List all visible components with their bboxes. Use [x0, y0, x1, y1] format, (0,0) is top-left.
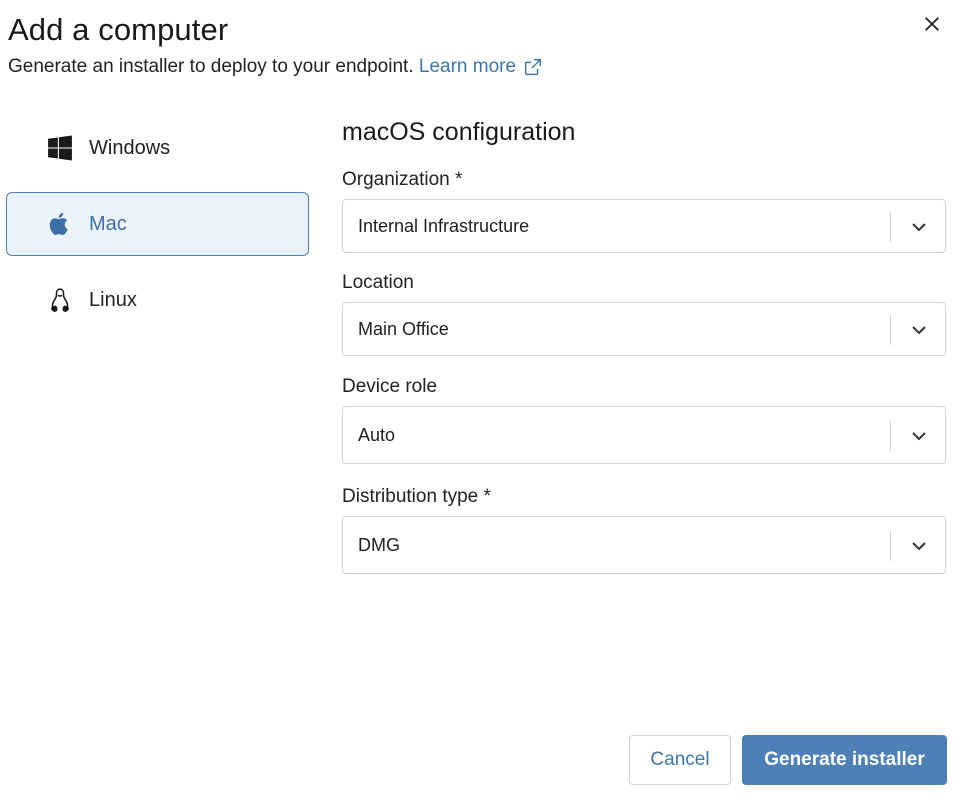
select-divider [890, 421, 891, 451]
learn-more-label: Learn more [418, 56, 517, 77]
field-label: Device role [342, 376, 438, 397]
distribution-type-select[interactable]: DMG [342, 516, 946, 574]
device-role-select[interactable]: Auto [342, 406, 946, 464]
select-value: DMG [358, 534, 400, 555]
macos-configuration-form: macOS configuration Organization * Inter… [342, 118, 946, 593]
location-select[interactable]: Main Office [342, 302, 946, 356]
chevron-down-icon [912, 542, 926, 551]
os-option-label: Windows [89, 136, 171, 159]
os-selector: Windows Mac Linux [6, 116, 309, 344]
select-divider [890, 315, 891, 345]
field-label: Organization * [342, 169, 463, 190]
location-field: Location Main Office [342, 272, 946, 356]
organization-field: Organization * Internal Infrastructure [342, 169, 946, 253]
generate-installer-button[interactable]: Generate installer [742, 735, 947, 785]
distribution-type-field: Distribution type * DMG [342, 486, 946, 574]
dialog-subtitle: Generate an installer to deploy to your … [8, 56, 544, 78]
field-label: Distribution type * [342, 486, 491, 507]
select-divider [890, 212, 891, 242]
windows-icon [47, 135, 73, 161]
select-value: Internal Infrastructure [358, 215, 530, 236]
cancel-button[interactable]: Cancel [629, 735, 731, 785]
external-link-icon [524, 58, 542, 76]
os-option-label: Mac [89, 212, 127, 235]
organization-select[interactable]: Internal Infrastructure [342, 199, 946, 253]
select-divider [890, 531, 891, 561]
linux-icon [47, 287, 73, 313]
os-option-windows[interactable]: Windows [6, 116, 309, 180]
device-role-field: Device role Auto [342, 376, 946, 464]
close-icon [925, 17, 939, 31]
close-button[interactable] [918, 10, 946, 38]
chevron-down-icon [912, 432, 926, 441]
form-title: macOS configuration [342, 118, 576, 146]
chevron-down-icon [912, 326, 926, 335]
os-option-label: Linux [89, 288, 137, 311]
chevron-down-icon [912, 223, 926, 232]
dialog-footer: Cancel Generate installer [629, 735, 947, 785]
field-label: Location [342, 272, 414, 293]
learn-more-link[interactable]: Learn more [419, 56, 544, 78]
dialog-title: Add a computer [8, 12, 229, 47]
add-computer-dialog: Add a computer Generate an installer to … [0, 0, 966, 810]
select-value: Main Office [358, 318, 449, 339]
apple-icon [47, 211, 73, 237]
subtitle-text: Generate an installer to deploy to your … [8, 56, 414, 77]
select-value: Auto [358, 424, 396, 445]
os-option-mac[interactable]: Mac [6, 192, 309, 256]
os-option-linux[interactable]: Linux [6, 268, 309, 332]
